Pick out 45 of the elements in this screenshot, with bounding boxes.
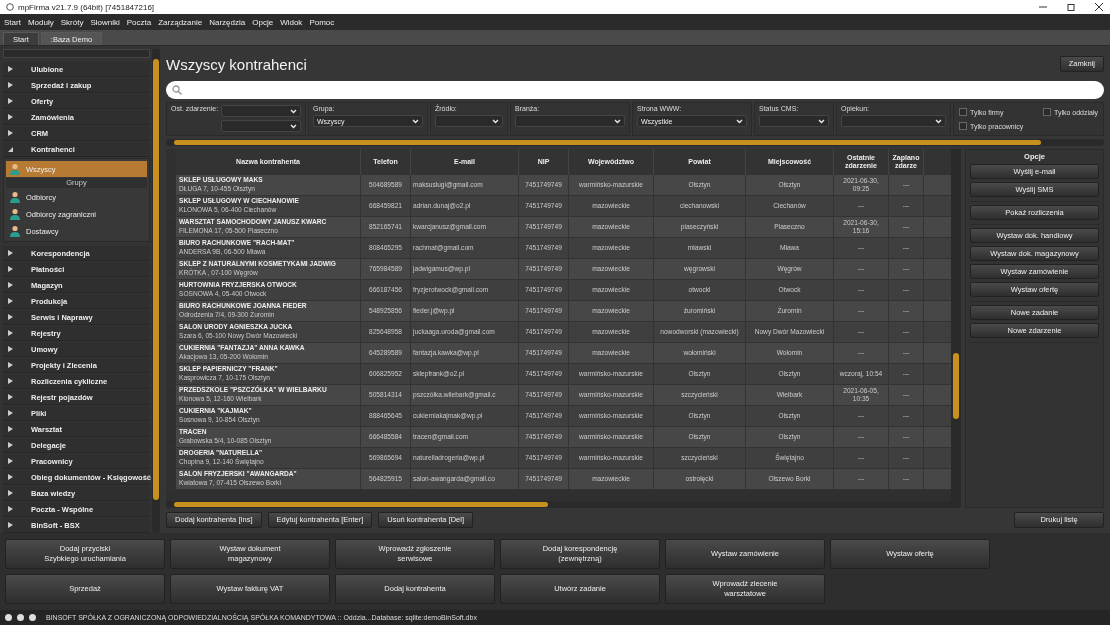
app-icon [6,3,14,11]
menu-item[interactable]: Start [4,17,21,27]
page-title: Wszyscy kontrahenci [166,55,307,73]
menu-item[interactable]: Poczta [126,17,152,27]
chevron-icon [614,118,621,124]
minimize-icon[interactable] [1038,3,1048,11]
dropdown[interactable] [221,120,301,132]
dropdown[interactable] [841,115,946,127]
person-icon [9,163,21,175]
scrollbar[interactable] [166,139,1104,146]
menu-item[interactable]: Moduły [27,17,54,27]
chevron-icon [818,118,825,124]
dropdown[interactable] [515,115,625,127]
search-field[interactable] [3,49,150,58]
chevron-icon [290,108,297,114]
chevron-icon [492,118,499,124]
person-icon [9,225,21,237]
status-dot [5,614,12,621]
chevron-icon [935,118,942,124]
dropdown[interactable] [759,115,829,127]
menu-item[interactable]: Pomoc [309,17,335,27]
person-icon [9,208,21,220]
menu-item[interactable]: Opcje [252,17,274,27]
scrollbar[interactable] [166,501,961,508]
scrollbar[interactable] [152,49,160,533]
menu-item[interactable]: Widok [280,17,303,27]
menu-item[interactable]: Słowniki [90,17,120,27]
status-dot [17,614,24,621]
menu-item[interactable]: Narzędzia [209,17,246,27]
dropdown[interactable] [435,115,503,127]
window-title: mpFirma v21.7.9 (64bit) [7451847216] [18,2,156,12]
search-icon [172,85,182,95]
menu-item[interactable]: Zarządzanie [158,17,203,27]
chevron-icon [736,118,743,124]
row-header[interactable] [166,469,176,489]
menu-item[interactable]: Skróty [60,17,84,27]
person-icon [9,191,21,203]
status-dot [29,614,36,621]
search-field[interactable] [166,81,1104,99]
dropdown[interactable] [221,105,301,117]
scrollbar[interactable] [951,149,961,501]
restore-icon[interactable] [1066,3,1076,11]
chevron-icon [290,123,297,129]
close-icon[interactable] [1094,3,1104,11]
chevron-icon [412,118,419,124]
